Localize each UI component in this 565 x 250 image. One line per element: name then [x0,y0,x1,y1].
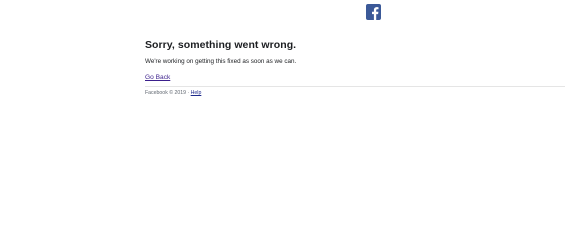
facebook-f-glyph [372,7,379,20]
help-link[interactable]: Help [191,90,202,96]
footer-copyright: Facebook © 2019 [145,90,187,96]
error-heading: Sorry, something went wrong. [145,39,297,51]
error-content: Sorry, something went wrong. We're worki… [145,38,565,84]
page-footer: Facebook © 2019 · Help [145,89,201,97]
footer-divider [145,86,565,87]
facebook-logo-icon[interactable] [366,4,381,20]
error-message: We're working on getting this fixed as s… [145,58,297,65]
go-back-link[interactable]: Go Back [145,73,170,82]
